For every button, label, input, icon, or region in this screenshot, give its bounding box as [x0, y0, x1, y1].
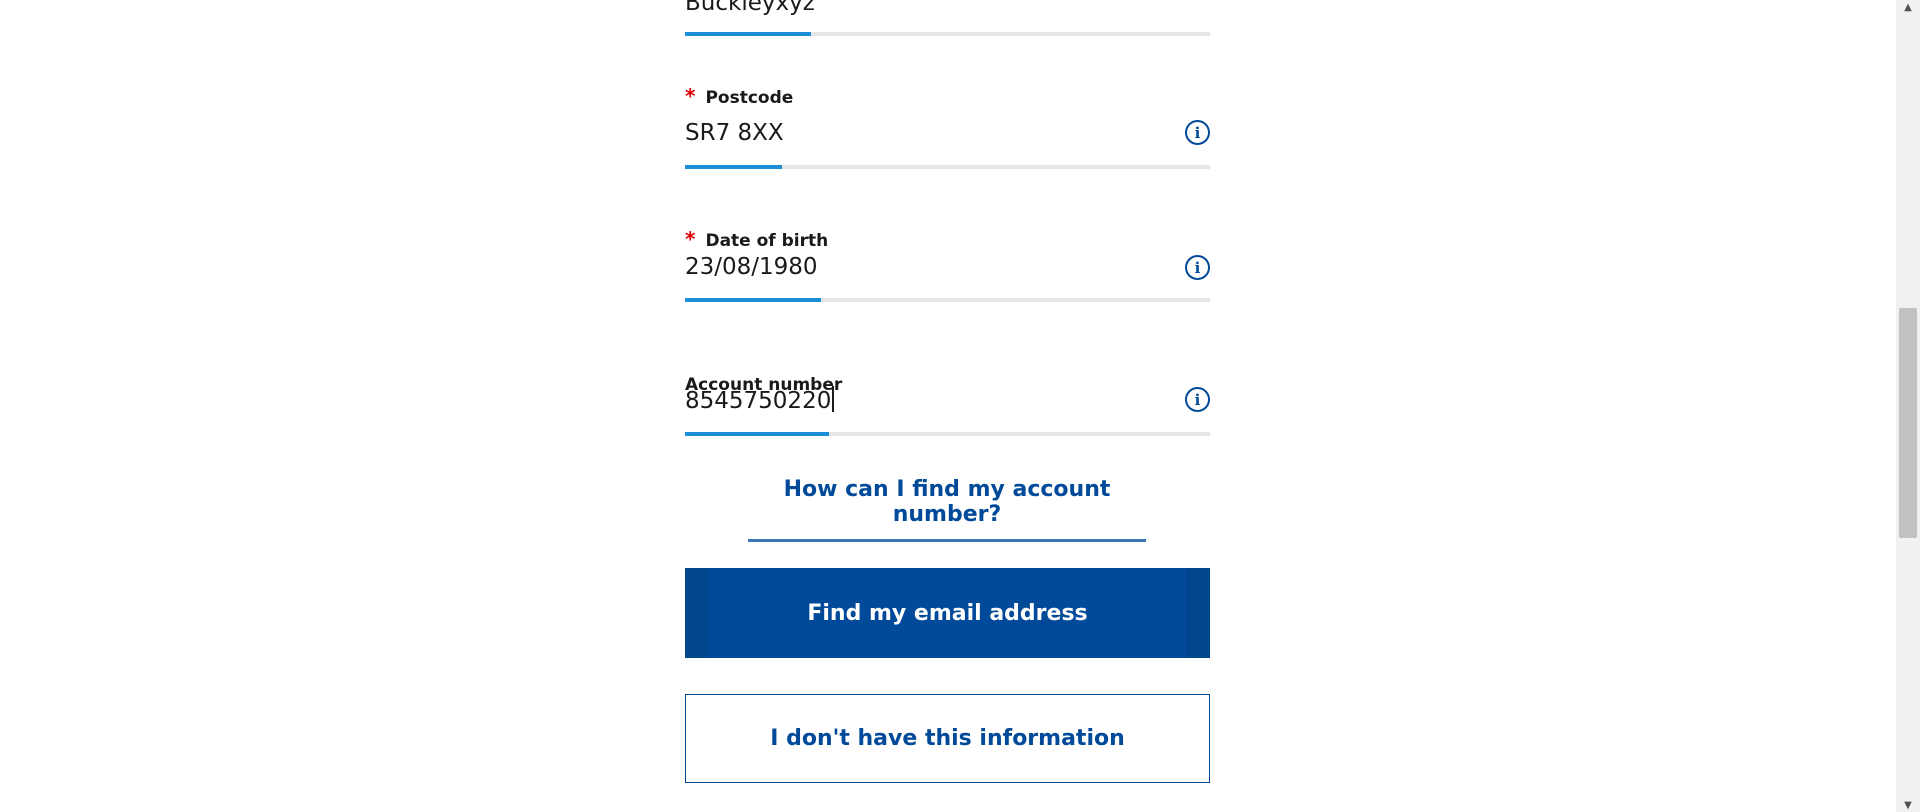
- vertical-scrollbar[interactable]: ▲ ▼: [1896, 0, 1920, 812]
- required-marker: *: [685, 84, 696, 108]
- postcode-label: * Postcode: [685, 84, 794, 108]
- text-caret: [832, 386, 835, 412]
- no-information-button[interactable]: I don't have this information: [685, 694, 1210, 783]
- postcode-input[interactable]: SR7 8XX: [685, 120, 784, 146]
- scroll-down-arrow-icon[interactable]: ▼: [1896, 798, 1920, 812]
- scroll-up-arrow-icon[interactable]: ▲: [1896, 0, 1920, 14]
- postcode-info-icon[interactable]: i: [1185, 120, 1210, 145]
- find-account-number-link[interactable]: How can I find my account number?: [748, 477, 1146, 542]
- surname-value: Buckleyxyz: [685, 0, 815, 16]
- surname-underline: [685, 32, 1210, 36]
- dob-label: * Date of birth: [685, 227, 829, 251]
- dob-input[interactable]: 23/08/1980: [685, 254, 818, 280]
- postcode-underline: [685, 165, 1210, 169]
- dob-underline: [685, 298, 1210, 302]
- account-field[interactable]: Account number 8545750220 i: [685, 375, 1210, 437]
- required-marker: *: [685, 227, 696, 251]
- postcode-field[interactable]: * Postcode SR7 8XX i: [685, 84, 1210, 174]
- dob-info-icon[interactable]: i: [1185, 255, 1210, 280]
- surname-field[interactable]: Buckleyxyz: [685, 0, 1210, 38]
- account-underline: [685, 432, 1210, 436]
- account-info-icon[interactable]: i: [1185, 387, 1210, 412]
- dob-field[interactable]: * Date of birth 23/08/1980 i: [685, 227, 1210, 307]
- scroll-thumb[interactable]: [1899, 308, 1917, 538]
- email-recovery-form: Buckleyxyz * Postcode SR7 8XX i * Date of …: [685, 0, 1210, 812]
- find-email-button[interactable]: Find my email address: [685, 568, 1210, 658]
- account-input[interactable]: 8545750220: [685, 386, 835, 414]
